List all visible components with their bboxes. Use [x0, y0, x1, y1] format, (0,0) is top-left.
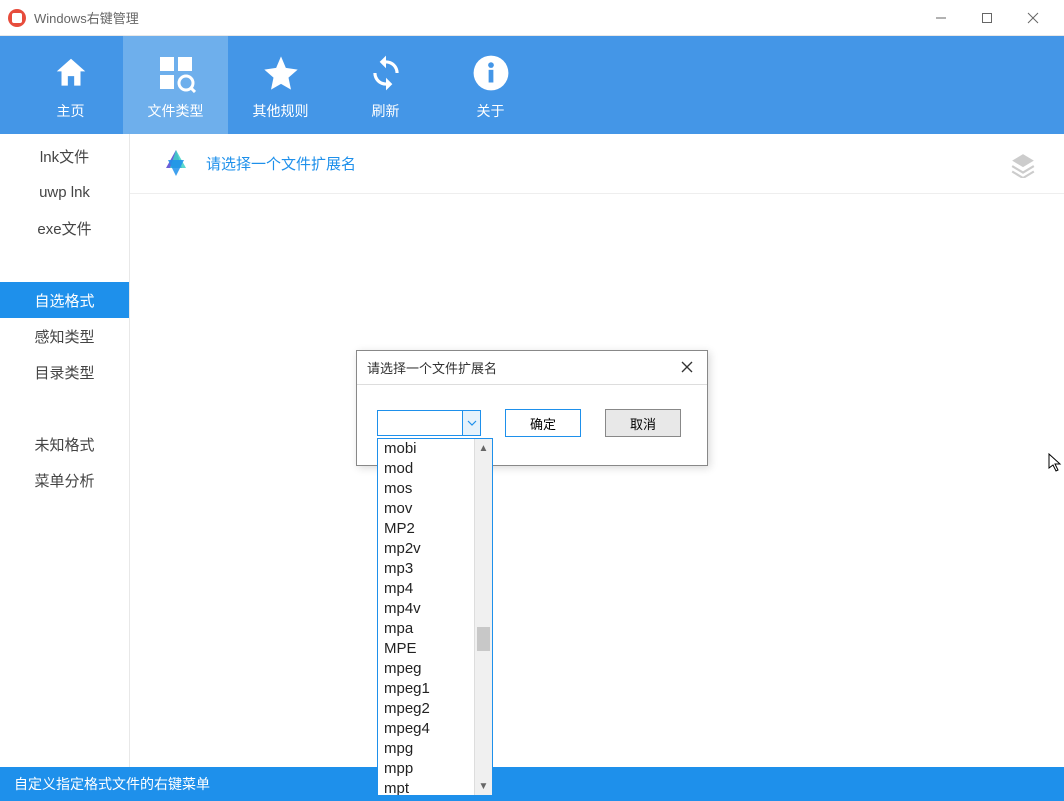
dropdown-item[interactable]: mpeg2: [378, 699, 474, 719]
sidebar-item-unknown[interactable]: 未知格式: [0, 426, 129, 462]
sidebar-item-menuanalysis[interactable]: 菜单分析: [0, 462, 129, 498]
dropdown-item[interactable]: mpeg1: [378, 679, 474, 699]
sidebar-item-exe[interactable]: exe文件: [0, 210, 129, 246]
dropdown-item[interactable]: mpt: [378, 779, 474, 795]
toolbar-otherrules[interactable]: 其他规则: [228, 36, 333, 134]
combobox-dropdown-button[interactable]: [462, 411, 480, 435]
toolbar-home-label: 主页: [57, 101, 85, 121]
sidebar-item-custom[interactable]: 自选格式: [0, 282, 129, 318]
dropdown-item[interactable]: MP2: [378, 519, 474, 539]
dropdown-item[interactable]: mpp: [378, 759, 474, 779]
content-hint: 请选择一个文件扩展名: [206, 153, 356, 174]
dropdown-item[interactable]: mpeg: [378, 659, 474, 679]
dropdown-item[interactable]: mos: [378, 479, 474, 499]
maximize-button[interactable]: [964, 0, 1010, 36]
star-icon: [261, 49, 301, 97]
toolbar-about[interactable]: 关于: [438, 36, 543, 134]
dialog-title-text: 请选择一个文件扩展名: [367, 358, 497, 377]
extension-input[interactable]: [378, 411, 462, 435]
sidebar-item-perceived[interactable]: 感知类型: [0, 318, 129, 354]
dropdown-scrollbar[interactable]: ▲ ▼: [474, 439, 492, 795]
toolbar-about-label: 关于: [477, 101, 505, 121]
dropdown-item[interactable]: mpg: [378, 739, 474, 759]
statusbar: 自定义指定格式文件的右键菜单: [0, 767, 1064, 801]
dropdown-item[interactable]: mpeg4: [378, 719, 474, 739]
dropdown-item[interactable]: mpa: [378, 619, 474, 639]
window-title: Windows右键管理: [34, 8, 918, 27]
sidebar: lnk文件 uwp lnk exe文件 自选格式 感知类型 目录类型 未知格式 …: [0, 134, 130, 767]
filetype-icon: [156, 49, 196, 97]
app-icon: [8, 9, 26, 27]
toolbar-refresh[interactable]: 刷新: [333, 36, 438, 134]
toolbar-otherrules-label: 其他规则: [253, 101, 309, 121]
dropdown-item[interactable]: mp4: [378, 579, 474, 599]
dropdown-item[interactable]: mp4v: [378, 599, 474, 619]
info-icon: [472, 49, 510, 97]
content-header: 请选择一个文件扩展名: [130, 134, 1064, 194]
scroll-up-arrow[interactable]: ▲: [475, 439, 492, 457]
dropdown-item[interactable]: mod: [378, 459, 474, 479]
dropdown-item[interactable]: mov: [378, 499, 474, 519]
toolbar-filetype[interactable]: 文件类型: [123, 36, 228, 134]
mouse-cursor: [1048, 453, 1062, 478]
dropdown-items-container: mobi mod mos mov MP2 mp2v mp3 mp4 mp4v m…: [378, 439, 474, 795]
statusbar-text: 自定义指定格式文件的右键菜单: [14, 774, 210, 794]
layers-icon[interactable]: [1010, 152, 1036, 183]
toolbar-home[interactable]: 主页: [18, 36, 123, 134]
close-button[interactable]: [1010, 0, 1056, 36]
extension-star-icon: [158, 146, 194, 182]
extension-dropdown-list[interactable]: mobi mod mos mov MP2 mp2v mp3 mp4 mp4v m…: [377, 438, 493, 796]
sidebar-item-directory[interactable]: 目录类型: [0, 354, 129, 390]
cancel-button[interactable]: 取消: [605, 409, 681, 437]
scroll-thumb[interactable]: [477, 627, 490, 651]
sidebar-item-uwplnk[interactable]: uwp lnk: [0, 174, 129, 210]
window-controls: [918, 0, 1056, 36]
dropdown-item[interactable]: mp2v: [378, 539, 474, 559]
dropdown-item[interactable]: mp3: [378, 559, 474, 579]
scroll-down-arrow[interactable]: ▼: [475, 777, 492, 795]
toolbar-filetype-label: 文件类型: [148, 101, 204, 121]
dropdown-item[interactable]: mobi: [378, 439, 474, 459]
ok-button[interactable]: 确定: [505, 409, 581, 437]
toolbar-refresh-label: 刷新: [372, 101, 400, 121]
sidebar-item-lnk[interactable]: lnk文件: [0, 138, 129, 174]
dialog-close-button[interactable]: [677, 356, 697, 380]
dropdown-item[interactable]: MPE: [378, 639, 474, 659]
home-icon: [52, 49, 90, 97]
minimize-button[interactable]: [918, 0, 964, 36]
extension-combobox[interactable]: [377, 410, 481, 436]
dialog-titlebar: 请选择一个文件扩展名: [357, 351, 707, 385]
refresh-icon: [367, 49, 405, 97]
main-toolbar: 主页 文件类型 其他规则 刷新 关于: [0, 36, 1064, 134]
titlebar: Windows右键管理: [0, 0, 1064, 36]
